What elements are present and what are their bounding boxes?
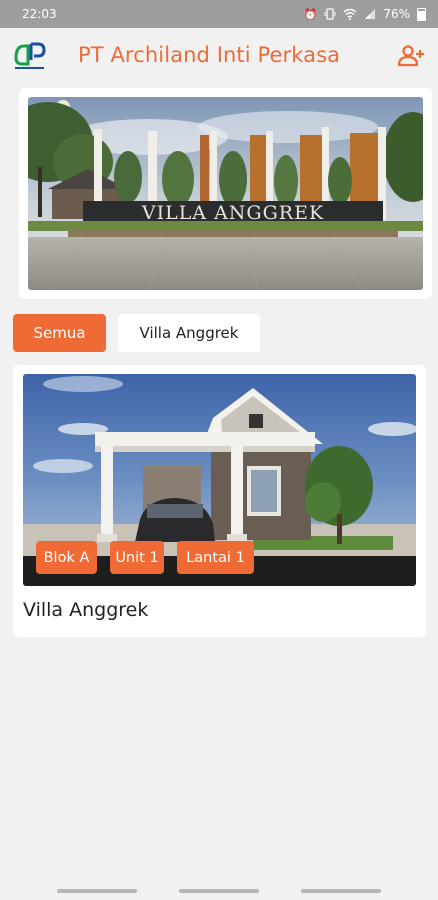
project-tag-lantai: Lantai 1	[177, 541, 254, 574]
banner-image: VILLA ANGGREK	[28, 97, 423, 290]
add-user-icon	[397, 45, 424, 67]
tag-label: Blok A	[43, 549, 90, 566]
status-time: 22:03	[22, 7, 57, 21]
app-title: PT Archiland Inti Perkasa	[78, 43, 341, 67]
filter-chip-label: Villa Anggrek	[139, 324, 239, 342]
project-name: Villa Anggrek	[23, 599, 149, 621]
project-tag-unit: Unit 1	[110, 541, 164, 574]
tag-label: Unit 1	[115, 549, 159, 566]
filter-chip-villa-anggrek[interactable]: Villa Anggrek	[118, 314, 260, 352]
status-bar: 22:03 ⏰ 76%	[0, 0, 438, 28]
nav-home-button[interactable]	[179, 889, 259, 893]
company-logo	[14, 42, 46, 69]
tag-label: Lantai 1	[186, 549, 245, 566]
add-user-button[interactable]	[396, 41, 426, 71]
signal-icon	[365, 9, 376, 19]
nav-recent-button[interactable]	[57, 889, 137, 893]
alarm-icon: ⏰	[303, 7, 318, 21]
battery-percent: 76%	[383, 7, 410, 21]
wifi-icon	[343, 8, 357, 20]
status-icons: ⏰ 76%	[304, 7, 426, 21]
project-card[interactable]: Blok A Unit 1 Lantai 1 Villa Anggrek	[13, 365, 426, 637]
filter-chip-label: Semua	[33, 324, 86, 342]
project-tag-blok: Blok A	[36, 541, 97, 574]
vibrate-icon	[324, 8, 336, 20]
app-bar: PT Archiland Inti Perkasa	[0, 28, 438, 86]
nav-back-button[interactable]	[301, 889, 381, 893]
banner-card[interactable]: VILLA ANGGREK	[19, 88, 432, 299]
banner-sign-text: VILLA ANGGREK	[141, 202, 324, 224]
battery-icon	[417, 7, 426, 21]
filter-chip-semua[interactable]: Semua	[13, 314, 106, 352]
